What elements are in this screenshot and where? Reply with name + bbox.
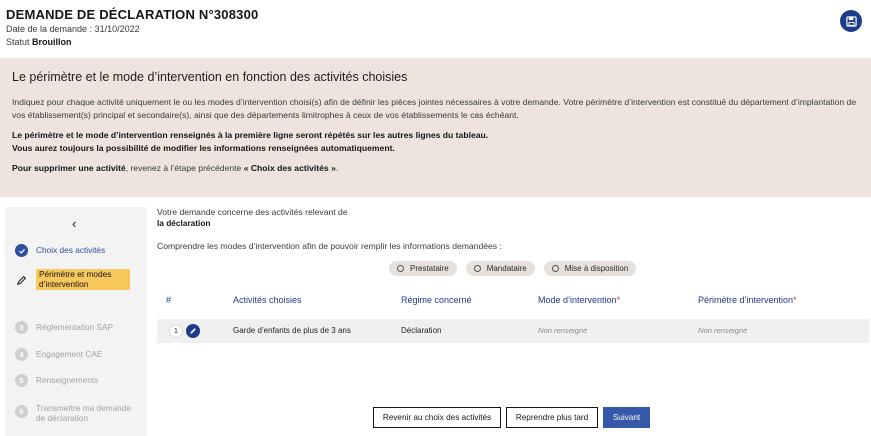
page-header: DEMANDE DE DÉCLARATION N°308300 Date de … [6, 7, 258, 48]
resume-later-button[interactable]: Reprendre plus tard [506, 407, 598, 428]
save-button[interactable] [840, 10, 862, 32]
step-number: 4 [15, 348, 28, 361]
info-icon [551, 265, 559, 272]
chip-label: Mise à disposition [564, 264, 629, 273]
step-label: Engagement CAE [36, 349, 103, 359]
cell-regime: Déclaration [401, 326, 442, 335]
back-to-activities-button[interactable]: Revenir au choix des activités [373, 407, 501, 428]
chip-label: Prestataire [410, 264, 449, 273]
delete-hint-suffix: . [335, 163, 339, 173]
status-value: Brouillon [32, 37, 72, 47]
delete-hint-prefix: Pour supprimer une activité [12, 163, 126, 173]
next-button[interactable]: Suivant [603, 407, 650, 428]
step-label: Choix des activités [36, 245, 106, 255]
info-paragraph: Indiquez pour chaque activité uniquement… [12, 97, 857, 120]
col-perimetre-label: Périmètre d’intervention [698, 295, 794, 305]
info-heading: Le périmètre et le mode d’intervention e… [12, 70, 408, 84]
info-icon [397, 265, 404, 272]
pencil-icon [190, 328, 196, 334]
chip-prestataire[interactable]: Prestataire [389, 261, 457, 276]
info-bold-line-2: Vous aurez toujours la possibilité de mo… [12, 142, 395, 153]
row-number: 1 [169, 324, 183, 338]
step-label: Renseignements [36, 375, 99, 385]
col-mode-label: Mode d’intervention [538, 295, 617, 305]
delete-hint-middle: , revenez à l’étape précédente [125, 163, 244, 173]
col-mode: Mode d’intervention* [538, 295, 620, 305]
step-reglementation-sap[interactable]: 3 Réglementation SAP [15, 321, 113, 334]
concern-text-line: Votre demande concerne des activités rel… [157, 207, 348, 217]
chip-mandataire[interactable]: Mandataire [465, 261, 535, 276]
request-status: Statut Brouillon [6, 37, 258, 48]
col-number: # [166, 295, 172, 305]
step-number: 3 [15, 321, 28, 334]
step-label: Réglementation SAP [36, 322, 114, 332]
request-date: Date de la demande : 31/10/2022 [6, 24, 258, 35]
page-title: DEMANDE DE DÉCLARATION N°308300 [6, 7, 259, 22]
pencil-icon [15, 274, 28, 287]
step-engagement-cae[interactable]: 4 Engagement CAE [15, 348, 102, 361]
table-header: # Activités choisies Régime concerné Mod… [0, 295, 871, 307]
stepper-sidebar: ‹ Choix des activités Périmètre et modes… [5, 207, 147, 436]
request-date-label: Date de la demande : [6, 24, 95, 34]
delete-hint-link: « Choix des activités » [243, 163, 336, 173]
cell-mode[interactable]: Non renseigné [538, 326, 587, 335]
info-bold-line-1: Le périmètre et le mode d’intervention r… [12, 130, 489, 140]
step-label: Transmettre ma demande de déclaration [36, 403, 132, 423]
cell-perimetre[interactable]: Non renseigné [698, 326, 747, 335]
request-date-value: 31/10/2022 [94, 24, 140, 34]
intervention-modes-chips: Prestataire Mandataire Mise à dispositio… [389, 261, 637, 276]
required-mark: * [793, 295, 797, 305]
concern-text: Votre demande concerne des activités rel… [157, 207, 348, 229]
cell-activity: Garde d’enfants de plus de 3 ans [233, 326, 351, 335]
table-row: 1 Garde d’enfants de plus de 3 ans Décla… [157, 319, 869, 343]
col-activities: Activités choisies [233, 295, 302, 305]
check-icon [15, 244, 28, 257]
col-regime: Régime concerné [401, 295, 472, 305]
step-label: Périmètre et modes d’intervention [36, 269, 130, 290]
step-choix-activites[interactable]: Choix des activités [15, 244, 105, 257]
edit-row-button[interactable] [186, 324, 200, 338]
step-number: 6 [15, 405, 28, 418]
concern-regime: la déclaration [157, 218, 211, 228]
info-icon [473, 265, 481, 272]
step-renseignements[interactable]: 5 Renseignements [15, 374, 98, 387]
delete-activity-hint: Pour supprimer une activité, revenez à l… [12, 162, 859, 175]
step-number: 5 [15, 374, 28, 387]
main-content: Votre demande concerne des activités rel… [157, 207, 637, 276]
info-bold-text: Le périmètre et le mode d’intervention r… [12, 129, 859, 154]
required-mark: * [616, 295, 621, 305]
col-perimetre: Périmètre d’intervention* [698, 295, 797, 305]
step-transmettre[interactable]: 6 Transmettre ma demande de déclaration [15, 402, 132, 423]
chip-label: Mandataire [486, 264, 527, 273]
chip-mise-a-disposition[interactable]: Mise à disposition [543, 261, 637, 276]
floppy-disk-icon [845, 15, 857, 27]
chevron-left-icon[interactable]: ‹ [72, 216, 76, 231]
understand-modes-text: Comprendre les modes d’intervention afin… [157, 241, 502, 251]
step-perimetre-modes[interactable]: Périmètre et modes d’intervention [15, 269, 130, 290]
info-banner: Le périmètre et le mode d’intervention e… [0, 58, 871, 197]
status-label: Statut [6, 37, 33, 47]
